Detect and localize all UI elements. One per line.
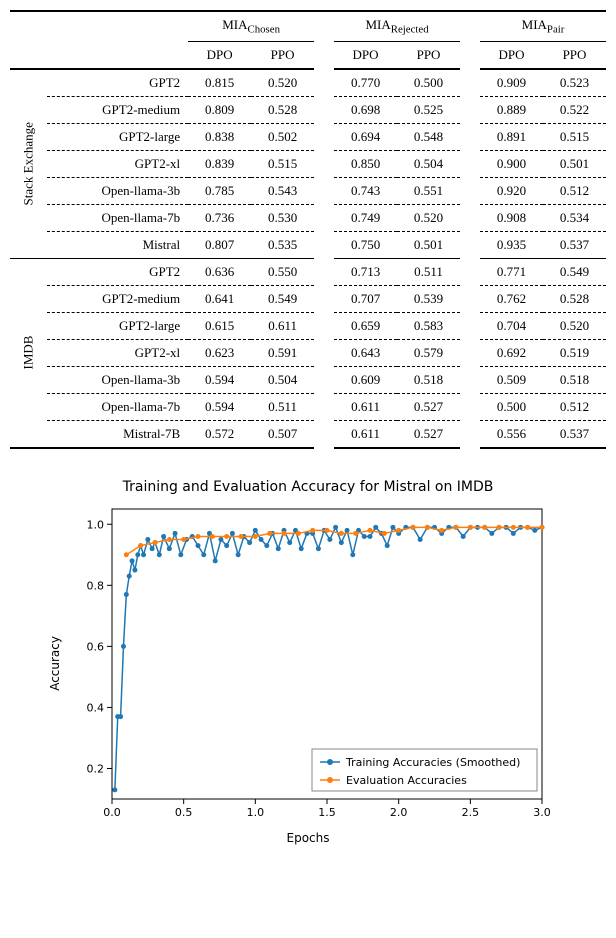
chart-title: Training and Evaluation Accuracy for Mis… xyxy=(48,479,568,495)
svg-text:1.0: 1.0 xyxy=(247,806,264,819)
table-row: Mistral-7B0.5720.5070.6110.5270.5560.537 xyxy=(10,420,606,448)
model-cell: Open-llama-7b xyxy=(47,204,189,231)
model-cell: Open-llama-3b xyxy=(47,366,189,393)
chart-ylabel: Accuracy xyxy=(48,636,62,691)
col-sub: PPO xyxy=(251,41,314,69)
svg-text:Training Accuracies (Smoothed): Training Accuracies (Smoothed) xyxy=(345,756,520,769)
model-cell: Mistral-7B xyxy=(47,420,189,448)
model-cell: GPT2 xyxy=(47,69,189,97)
model-cell: Open-llama-7b xyxy=(47,393,189,420)
accuracy-chart: Training and Evaluation Accuracy for Mis… xyxy=(48,479,568,845)
model-cell: Open-llama-3b xyxy=(47,177,189,204)
col-sub: DPO xyxy=(480,41,543,69)
svg-text:0.8: 0.8 xyxy=(87,579,105,592)
svg-text:2.0: 2.0 xyxy=(390,806,408,819)
model-cell: GPT2-large xyxy=(47,123,189,150)
svg-text:1.5: 1.5 xyxy=(318,806,336,819)
model-cell: GPT2-xl xyxy=(47,150,189,177)
svg-text:0.2: 0.2 xyxy=(87,762,105,775)
col-group-pair: MIAPair xyxy=(480,11,606,41)
col-sub: DPO xyxy=(334,41,397,69)
svg-text:0.0: 0.0 xyxy=(103,806,121,819)
table-row: GPT2-medium0.6410.5490.7070.5390.7620.52… xyxy=(10,285,606,312)
table-row: GPT2-xl0.6230.5910.6430.5790.6920.519 xyxy=(10,339,606,366)
col-sub: PPO xyxy=(397,41,460,69)
model-cell: GPT2-medium xyxy=(47,96,189,123)
table-row: GPT2-large0.8380.5020.6940.5480.8910.515 xyxy=(10,123,606,150)
section-label: Stack Exchange xyxy=(10,69,47,259)
results-table: MIAChosen MIARejected MIAPair DPO PPO DP… xyxy=(10,10,606,449)
section-label: IMDB xyxy=(10,258,47,448)
table-row: GPT2-xl0.8390.5150.8500.5040.9000.501 xyxy=(10,150,606,177)
table-row: Mistral0.8070.5350.7500.5010.9350.537 xyxy=(10,231,606,258)
model-cell: GPT2-large xyxy=(47,312,189,339)
table-row: Open-llama-3b0.7850.5430.7430.5510.9200.… xyxy=(10,177,606,204)
col-sub: PPO xyxy=(543,41,606,69)
col-sub: DPO xyxy=(188,41,251,69)
table-row: GPT2-large0.6150.6110.6590.5830.7040.520 xyxy=(10,312,606,339)
model-cell: GPT2 xyxy=(47,258,189,285)
model-cell: Mistral xyxy=(47,231,189,258)
table-row: Open-llama-7b0.7360.5300.7490.5200.9080.… xyxy=(10,204,606,231)
table-row: Open-llama-7b0.5940.5110.6110.5270.5000.… xyxy=(10,393,606,420)
chart-canvas: 0.2 0.4 0.6 0.8 1.0 0.0 0.5 1.0 1.5 2.0 2.5 3.0 Trai… xyxy=(62,499,552,829)
model-cell: GPT2-medium xyxy=(47,285,189,312)
table-row: IMDBGPT20.6360.5500.7130.5110.7710.549 xyxy=(10,258,606,285)
svg-text:0.6: 0.6 xyxy=(87,640,105,653)
table-row: Stack ExchangeGPT20.8150.5200.7700.5000.… xyxy=(10,69,606,97)
model-cell: GPT2-xl xyxy=(47,339,189,366)
table-row: GPT2-medium0.8090.5280.6980.5250.8890.52… xyxy=(10,96,606,123)
svg-text:3.0: 3.0 xyxy=(533,806,551,819)
svg-text:0.4: 0.4 xyxy=(87,701,105,714)
col-group-rejected: MIARejected xyxy=(334,11,460,41)
col-group-chosen: MIAChosen xyxy=(188,11,314,41)
table-row: Open-llama-3b0.5940.5040.6090.5180.5090.… xyxy=(10,366,606,393)
svg-text:Evaluation Accuracies: Evaluation Accuracies xyxy=(346,774,467,787)
chart-xlabel: Epochs xyxy=(48,831,568,845)
svg-text:0.5: 0.5 xyxy=(175,806,193,819)
svg-text:1.0: 1.0 xyxy=(87,518,105,531)
svg-text:2.5: 2.5 xyxy=(462,806,480,819)
